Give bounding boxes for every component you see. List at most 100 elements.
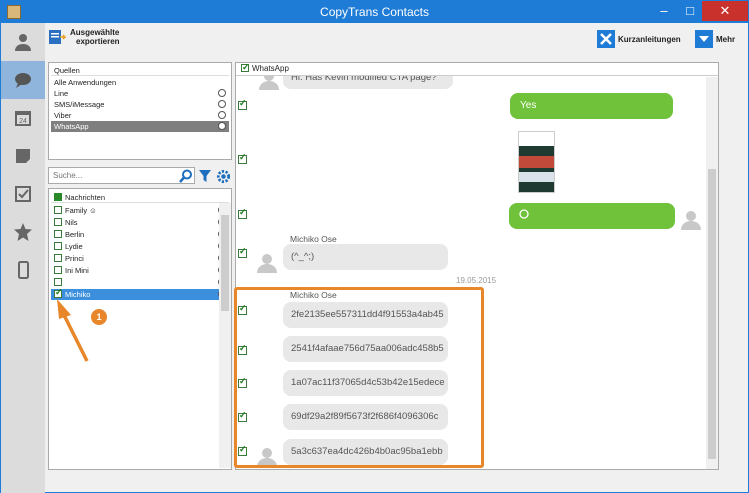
star-icon xyxy=(14,223,32,241)
phone-icon xyxy=(18,261,29,279)
contact-row[interactable]: Nils xyxy=(51,217,229,228)
avatar xyxy=(257,254,277,273)
source-item-viber[interactable]: Viber xyxy=(51,110,229,121)
contact-checkbox[interactable] xyxy=(54,242,62,250)
line-icon xyxy=(218,89,226,97)
nav-calendar[interactable]: 24 xyxy=(1,99,45,137)
imessage-icon xyxy=(218,100,226,108)
contact-name: Family ☺ xyxy=(65,206,97,215)
scrollbar-thumb[interactable] xyxy=(708,169,716,459)
chat-bubble-icon xyxy=(15,73,31,88)
contact-name: Princi xyxy=(65,254,84,263)
source-item-whatsapp[interactable]: WhatsApp xyxy=(51,121,229,132)
contact-name: Lydie xyxy=(65,242,83,251)
annotation-arrow xyxy=(57,299,89,362)
nav-notes[interactable] xyxy=(1,137,45,175)
contacts-scrollbar[interactable] xyxy=(219,203,231,468)
contact-checkbox[interactable] xyxy=(54,278,62,286)
sticker-icon xyxy=(519,209,529,219)
minimize-button[interactable]: – xyxy=(651,1,677,21)
search-icon[interactable] xyxy=(179,169,193,183)
contact-name: Ini Mini xyxy=(65,266,89,275)
avatar xyxy=(681,211,701,230)
app-window: CopyTrans Contacts – □ ✕ 24 Ausgewählte xyxy=(0,0,749,493)
contact-checkbox[interactable] xyxy=(54,266,62,274)
message-bubble-sent xyxy=(509,203,675,229)
svg-text:24: 24 xyxy=(19,118,27,125)
export-icon xyxy=(49,30,66,44)
search-box[interactable] xyxy=(48,167,195,184)
nav-favorites[interactable] xyxy=(1,213,45,251)
chevron-down-icon xyxy=(695,30,713,48)
viber-icon xyxy=(218,111,226,119)
contact-row[interactable]: Ini Mini xyxy=(51,265,229,276)
chat-scrollbar[interactable] xyxy=(706,77,718,469)
date-separator: 19.05.2015 xyxy=(456,276,497,285)
close-button[interactable]: ✕ xyxy=(702,1,748,21)
source-item-line[interactable]: Line xyxy=(51,88,229,99)
message-checkbox[interactable] xyxy=(238,246,247,258)
chat-header-label: WhatsApp xyxy=(252,64,289,73)
export-selected-button[interactable]: Ausgewählte exportieren xyxy=(48,28,120,46)
avatar xyxy=(259,76,279,90)
checkbox-icon xyxy=(15,186,31,202)
sources-header: Quellen xyxy=(51,65,229,76)
select-all-checkbox[interactable] xyxy=(54,193,62,201)
export-label-line2: exportieren xyxy=(76,37,120,46)
export-label-line1: Ausgewählte xyxy=(70,28,120,37)
more-label: Mehr xyxy=(716,34,736,44)
quick-guides-label: Kurzanleitungen xyxy=(618,34,681,44)
message-checkbox[interactable] xyxy=(238,98,247,110)
nav-messages[interactable] xyxy=(1,61,45,99)
tools-icon xyxy=(597,30,615,48)
left-nav: 24 xyxy=(1,23,45,493)
chat-header: WhatsApp xyxy=(236,63,718,76)
search-input[interactable] xyxy=(49,168,169,182)
source-item-label: Viber xyxy=(54,111,72,120)
calendar-icon: 24 xyxy=(15,111,31,126)
message-checkbox[interactable] xyxy=(238,152,247,164)
whatsapp-icon xyxy=(218,122,226,130)
title-bar: CopyTrans Contacts – □ ✕ xyxy=(1,1,748,23)
note-icon xyxy=(16,149,30,163)
contact-row[interactable]: Princi xyxy=(51,253,229,264)
contact-checkbox[interactable] xyxy=(54,218,62,226)
quick-guides-button[interactable]: Kurzanleitungen xyxy=(597,30,681,48)
sender-name: Michiko Ose xyxy=(290,234,337,244)
filter-icon[interactable] xyxy=(198,169,212,183)
window-title: CopyTrans Contacts xyxy=(320,5,429,19)
select-all-messages-checkbox[interactable] xyxy=(241,63,250,73)
contact-checkbox[interactable] xyxy=(54,230,62,238)
nav-tasks[interactable] xyxy=(1,175,45,213)
annotation-badge: 1 xyxy=(91,309,107,325)
message-checkbox[interactable] xyxy=(238,207,247,219)
contact-row[interactable]: Family ☺ xyxy=(51,205,229,216)
nav-contacts[interactable] xyxy=(1,23,45,61)
source-item-sms[interactable]: SMS/iMessage xyxy=(51,99,229,110)
message-bubble: (^_^;) xyxy=(283,244,448,270)
contact-row[interactable] xyxy=(51,277,229,288)
source-item-label: Line xyxy=(54,89,69,98)
contact-checkbox[interactable] xyxy=(54,206,62,214)
source-item-label: SMS/iMessage xyxy=(54,100,105,109)
maximize-button[interactable]: □ xyxy=(677,1,703,21)
nav-device[interactable] xyxy=(1,251,45,289)
highlight-box xyxy=(234,287,484,468)
contact-name: Nils xyxy=(65,218,78,227)
contact-row[interactable]: Berlin xyxy=(51,229,229,240)
more-button[interactable]: Mehr xyxy=(695,30,735,48)
message-bubble-sent: Yes xyxy=(510,93,673,119)
contact-checkbox[interactable] xyxy=(54,254,62,262)
person-icon xyxy=(15,34,31,51)
contact-name: Berlin xyxy=(65,230,85,239)
image-attachment[interactable] xyxy=(518,131,555,193)
source-item-label: WhatsApp xyxy=(54,122,89,131)
contact-row[interactable]: Lydie xyxy=(51,241,229,252)
scrollbar-thumb[interactable] xyxy=(221,215,229,311)
contacts-header: Nachrichten xyxy=(51,192,229,203)
contacts-header-label: Nachrichten xyxy=(65,193,106,202)
message-bubble: Hi. Has Kevin modified CTA page? xyxy=(283,76,453,89)
sources-panel: Quellen Alle Anwendungen Line SMS/iMessa… xyxy=(48,62,232,160)
source-item-all[interactable]: Alle Anwendungen xyxy=(51,77,229,88)
gear-icon[interactable] xyxy=(216,169,231,184)
